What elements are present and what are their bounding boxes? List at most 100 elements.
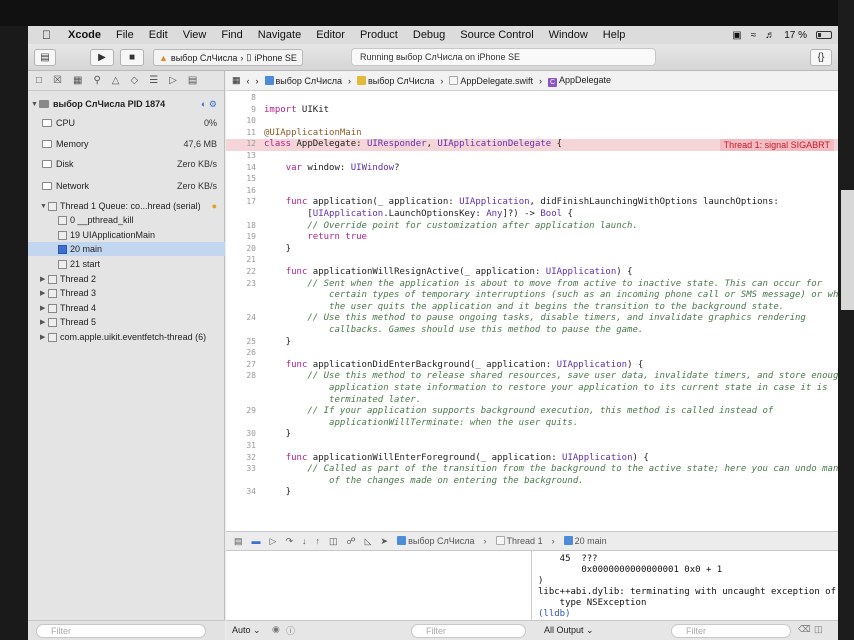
variables-scope-select[interactable]: Auto ⌄ xyxy=(232,625,261,636)
symbol-icon[interactable]: ▦ xyxy=(73,75,82,86)
console-output[interactable]: 45 ??? 0x0000000000000001 0x0 + 1 ) libc… xyxy=(533,551,840,620)
code-line[interactable]: application state information to restore… xyxy=(226,383,840,395)
menu-navigate[interactable]: Navigate xyxy=(258,29,301,41)
code-line[interactable]: 26 xyxy=(226,348,840,360)
menu-debug[interactable]: Debug xyxy=(413,29,445,41)
code-line[interactable]: callbacks. Games should use this method … xyxy=(226,325,840,337)
line-number[interactable]: 25 xyxy=(226,337,256,346)
library-button[interactable]: {} xyxy=(810,49,832,66)
trash-icon[interactable]: ⌫ xyxy=(798,624,811,635)
code-line[interactable]: 32 func applicationWillEnterForeground(_… xyxy=(226,453,840,465)
navigator-filter-input[interactable]: Filter xyxy=(36,624,206,638)
thread-row[interactable]: ▶ Thread 5 xyxy=(28,315,225,329)
gauge-disk[interactable]: Disk Zero KB/s xyxy=(28,157,225,171)
line-number[interactable]: 17 xyxy=(226,197,256,206)
menu-window[interactable]: Window xyxy=(549,29,588,41)
code-line[interactable]: the user quits the application and it be… xyxy=(226,302,840,314)
gauge-network[interactable]: Network Zero KB/s xyxy=(28,179,225,193)
code-line[interactable]: 17 func application(_ application: UIApp… xyxy=(226,197,840,209)
line-number[interactable]: 32 xyxy=(226,453,256,462)
menu-help[interactable]: Help xyxy=(603,29,626,41)
line-number[interactable]: 15 xyxy=(226,174,256,183)
code-line[interactable]: 31 xyxy=(226,441,840,453)
disclosure-closed-icon[interactable]: ▶ xyxy=(40,275,48,283)
line-number[interactable]: 12 xyxy=(226,139,256,148)
frame-row-selected[interactable]: 20 main xyxy=(28,242,225,256)
airplay-icon[interactable]: ▣ xyxy=(732,30,741,41)
disclosure-closed-icon[interactable]: ▶ xyxy=(40,318,48,326)
thread-1-row[interactable]: ▼ Thread 1 Queue: co...hread (serial) ● xyxy=(28,199,225,213)
line-number[interactable]: 27 xyxy=(226,360,256,369)
line-number[interactable]: 19 xyxy=(226,232,256,241)
menu-view[interactable]: View xyxy=(183,29,207,41)
related-items-icon[interactable]: ▦ xyxy=(232,75,241,86)
jump-symbol[interactable]: C AppDelegate xyxy=(547,75,611,87)
line-number[interactable]: 18 xyxy=(226,221,256,230)
info-icon[interactable]: ⓘ xyxy=(286,624,295,637)
line-number[interactable]: 29 xyxy=(226,406,256,415)
process-row[interactable]: ▼ выбор СлЧисла PID 1874 ◐ ⚙ xyxy=(28,97,225,111)
line-number[interactable]: 8 xyxy=(226,93,256,102)
hide-debug-area-icon[interactable]: ▤ xyxy=(234,536,243,547)
run-button[interactable]: ▶ xyxy=(90,49,114,66)
continue-icon[interactable]: ▷ xyxy=(270,536,277,547)
code-line[interactable]: 15 xyxy=(226,174,840,186)
memory-graph-icon[interactable]: ☍ xyxy=(347,536,356,547)
debug-thread[interactable]: Thread 1 xyxy=(495,536,543,546)
line-number[interactable]: 28 xyxy=(226,371,256,380)
line-number[interactable]: 9 xyxy=(226,105,256,114)
gauge-cpu[interactable]: CPU 0% xyxy=(28,116,225,130)
folder-icon[interactable]: □ xyxy=(36,75,42,86)
menu-edit[interactable]: Edit xyxy=(149,29,168,41)
thread-row[interactable]: ▶ Thread 2 xyxy=(28,272,225,286)
code-line[interactable]: 33 // Called as part of the transition f… xyxy=(226,464,840,476)
variables-view[interactable] xyxy=(226,551,532,620)
line-number[interactable]: 20 xyxy=(226,244,256,253)
issue-icon[interactable]: △ xyxy=(112,75,120,86)
gauge-memory[interactable]: Memory 47,6 MB xyxy=(28,137,225,151)
menu-app[interactable]: Xcode xyxy=(68,29,101,41)
location-icon[interactable]: ➤ xyxy=(381,536,389,547)
step-in-icon[interactable]: ↓ xyxy=(302,536,307,546)
line-number[interactable]: 31 xyxy=(226,441,256,450)
code-line[interactable]: of the changes made on entering the back… xyxy=(226,476,840,488)
line-number[interactable]: 21 xyxy=(226,255,256,264)
debug-icon[interactable]: ☰ xyxy=(149,75,158,86)
line-number[interactable]: 30 xyxy=(226,429,256,438)
disclosure-closed-icon[interactable]: ▶ xyxy=(40,304,48,312)
code-line[interactable]: 30 } xyxy=(226,429,840,441)
view-hierarchy-icon[interactable]: ◫ xyxy=(329,536,338,547)
line-number[interactable]: 14 xyxy=(226,163,256,172)
jump-project[interactable]: выбор СлЧисла xyxy=(264,75,342,86)
code-line[interactable]: [UIApplication.LaunchOptionsKey: Any]?) … xyxy=(226,209,840,221)
breakpoint-icon[interactable]: ▷ xyxy=(169,75,177,86)
debug-frame[interactable]: 20 main xyxy=(563,536,607,546)
line-number[interactable]: 22 xyxy=(226,267,256,276)
disclosure-open-icon[interactable]: ▼ xyxy=(31,101,39,108)
code-line[interactable]: 20 } xyxy=(226,244,840,256)
report-icon[interactable]: ▤ xyxy=(188,75,197,86)
code-line[interactable]: terminated later. xyxy=(226,395,840,407)
frame-row[interactable]: 0 __pthread_kill xyxy=(28,213,225,227)
code-line[interactable]: 34 } xyxy=(226,487,840,499)
thread-row[interactable]: ▶ Thread 3 xyxy=(28,286,225,300)
step-out-icon[interactable]: ↑ xyxy=(315,536,320,546)
code-line[interactable]: certain types of temporary interruptions… xyxy=(226,290,840,302)
gauge-icon[interactable]: ◐ ⚙ xyxy=(201,99,217,110)
line-number[interactable]: 24 xyxy=(226,313,256,322)
line-number[interactable]: 23 xyxy=(226,279,256,288)
code-line[interactable]: 8 xyxy=(226,93,840,105)
line-number[interactable]: 11 xyxy=(226,128,256,137)
code-line[interactable]: 28 // Use this method to release shared … xyxy=(226,371,840,383)
disclosure-closed-icon[interactable]: ▶ xyxy=(40,289,48,297)
code-line[interactable]: 16 xyxy=(226,186,840,198)
toggle-navigator-button[interactable]: ▤ xyxy=(34,49,56,66)
code-line[interactable]: 14 var window: UIWindow? xyxy=(226,163,840,175)
back-button[interactable]: ‹ xyxy=(247,76,250,86)
menu-find[interactable]: Find xyxy=(221,29,242,41)
error-annotation[interactable]: Thread 1: signal SIGABRT xyxy=(719,139,834,152)
code-line[interactable]: 27 func applicationDidEnterBackground(_ … xyxy=(226,360,840,372)
line-number[interactable]: 26 xyxy=(226,348,256,357)
thread-row[interactable]: ▶ Thread 4 xyxy=(28,301,225,315)
eye-icon[interactable]: ◉ xyxy=(272,624,280,635)
